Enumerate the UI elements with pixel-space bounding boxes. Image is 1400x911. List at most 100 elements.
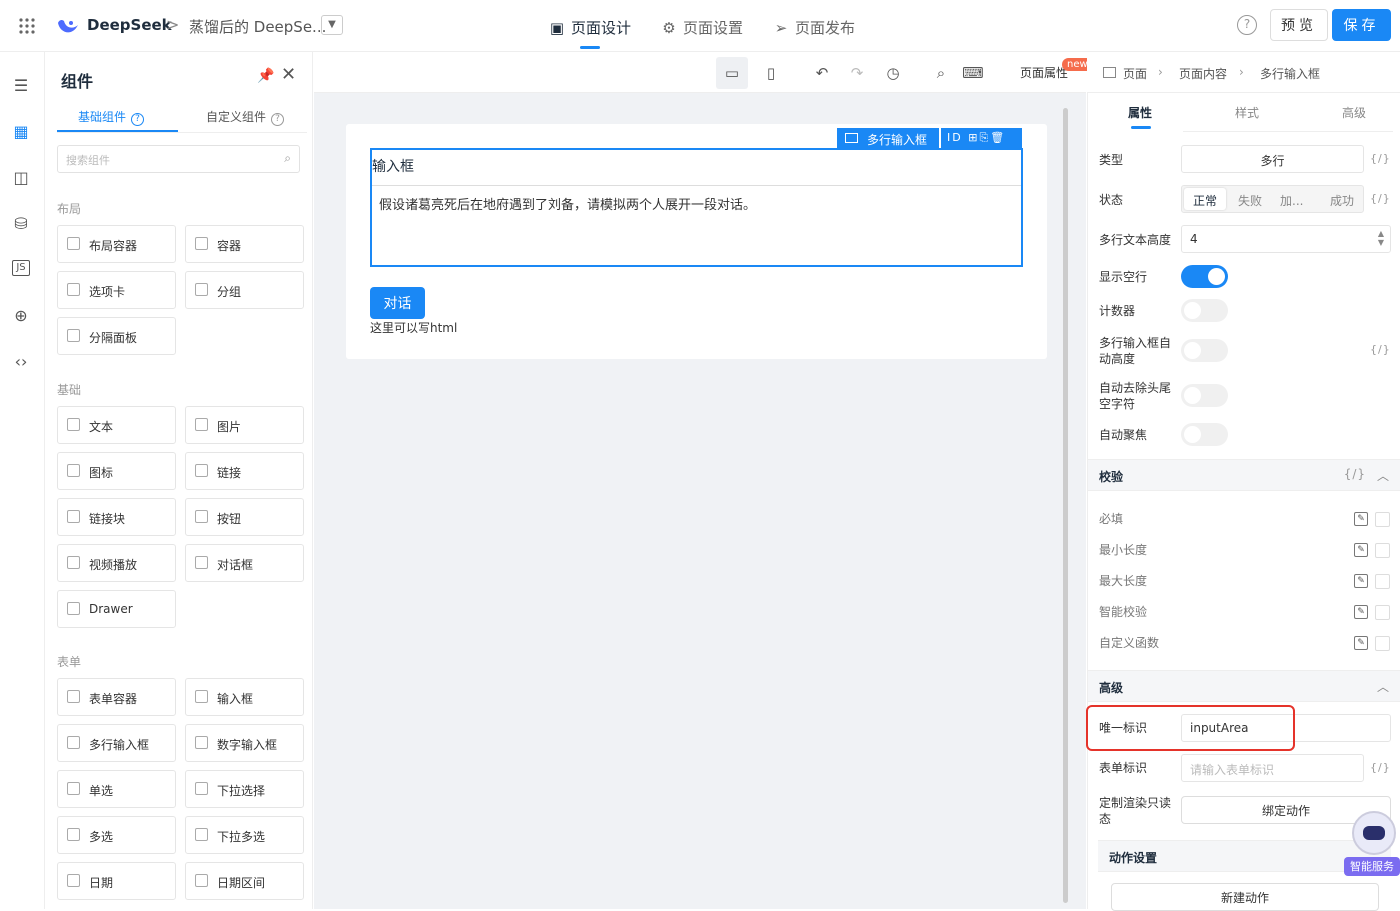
assistant-robot-icon[interactable] (1352, 811, 1396, 855)
component-item[interactable]: 表单容器 (57, 678, 176, 716)
state-fail-option[interactable]: 失败 (1238, 192, 1262, 209)
autoheight-toggle[interactable] (1181, 339, 1228, 362)
globe-icon[interactable]: ⊕ (10, 306, 32, 328)
components-icon[interactable]: ▦ (10, 122, 32, 144)
autofocus-toggle[interactable] (1181, 423, 1228, 446)
component-item[interactable]: 单选 (57, 770, 176, 808)
tab-advanced[interactable]: 高级 (1342, 104, 1366, 121)
tab-basic-components[interactable]: 基础组件? (78, 108, 145, 126)
component-item[interactable]: 按钮 (185, 498, 304, 536)
component-item[interactable]: 日期 (57, 862, 176, 900)
chevron-up-icon[interactable]: ︿ (1377, 467, 1389, 484)
templates-icon[interactable]: ◫ (10, 168, 32, 190)
component-item[interactable]: 链接 (185, 452, 304, 490)
chevron-up-icon[interactable]: ︿ (1377, 678, 1389, 695)
canvas-scrollbar[interactable] (1063, 108, 1068, 903)
preview-button[interactable]: 预览 (1270, 9, 1328, 41)
search-icon[interactable]: ⌕ (930, 62, 952, 84)
validation-checkbox[interactable] (1375, 574, 1390, 589)
undo-icon[interactable]: ↶ (811, 62, 833, 84)
component-item[interactable]: 下拉多选 (185, 816, 304, 854)
new-action-button[interactable]: 新建动作 (1111, 883, 1379, 911)
component-item[interactable]: 多行输入框 (57, 724, 176, 762)
component-item[interactable]: 文本 (57, 406, 176, 444)
code-icon[interactable]: {/} (1344, 467, 1366, 481)
component-item[interactable]: Drawer (57, 590, 176, 628)
breadcrumb-content[interactable]: 页面内容 (1179, 65, 1227, 82)
state-normal-option[interactable]: 正常 (1184, 188, 1227, 210)
code-icon[interactable]: ‹› (10, 352, 32, 374)
validation-checkbox[interactable] (1375, 512, 1390, 527)
help-icon[interactable]: ? (1237, 15, 1257, 35)
component-item[interactable]: 多选 (57, 816, 176, 854)
validation-checkbox[interactable] (1375, 543, 1390, 558)
app-name[interactable]: 蒸馏后的 DeepSe... (189, 16, 326, 37)
copy-icon[interactable]: ⎘ (979, 131, 990, 144)
stepper-arrows-icon[interactable]: ▲ ▼ (1378, 229, 1384, 247)
trim-toggle[interactable] (1181, 384, 1228, 407)
show-empty-toggle[interactable] (1181, 265, 1228, 288)
trash-icon[interactable]: 🗑 (990, 131, 1006, 144)
dialog-button[interactable]: 对话 (370, 287, 425, 319)
page-attributes-button[interactable]: 页面属性 (1020, 64, 1068, 81)
textarea-value[interactable]: 假设诸葛亮死后在地府遇到了刘备，请模拟两个人展开一段对话。 (379, 194, 756, 213)
state-success-option[interactable]: 成功 (1330, 192, 1354, 209)
form-id-input[interactable]: 请输入表单标识 (1181, 754, 1364, 782)
code-icon[interactable]: {/} (1370, 152, 1391, 165)
validation-checkbox[interactable] (1375, 605, 1390, 620)
mobile-view-icon[interactable]: ▯ (760, 62, 782, 84)
tab-page-design[interactable]: ▣ 页面设计 (549, 17, 631, 38)
validation-checkbox[interactable] (1375, 636, 1390, 651)
edit-icon[interactable]: ✎ (1354, 636, 1368, 650)
component-item[interactable]: 数字输入框 (185, 724, 304, 762)
breadcrumb-current[interactable]: 多行输入框 (1260, 65, 1320, 82)
tab-style[interactable]: 样式 (1235, 104, 1259, 121)
component-item[interactable]: 下拉选择 (185, 770, 304, 808)
outline-icon[interactable]: ☰ (10, 76, 32, 98)
history-icon[interactable]: ◷ (882, 62, 904, 84)
datasource-icon[interactable]: ⛁ (10, 214, 32, 236)
code-icon[interactable]: {/} (1370, 761, 1391, 774)
component-item[interactable]: 图标 (57, 452, 176, 490)
state-segmented-control[interactable]: 正常 失败 加... 成功 (1181, 185, 1364, 213)
component-search-input[interactable]: 搜索组件 ⌕ (57, 145, 300, 173)
breadcrumb-page[interactable]: 页面 (1123, 65, 1147, 82)
add-icon[interactable]: ⊞ (968, 131, 979, 144)
js-icon[interactable]: JS (12, 260, 30, 276)
edit-icon[interactable]: ✎ (1354, 543, 1368, 557)
component-item[interactable]: 图片 (185, 406, 304, 444)
component-item[interactable]: 链接块 (57, 498, 176, 536)
component-item[interactable]: 分组 (185, 271, 304, 309)
brand-name[interactable]: DeepSeek (87, 16, 172, 34)
code-icon[interactable]: {/} (1370, 343, 1391, 356)
component-item[interactable]: 视频播放 (57, 544, 176, 582)
rows-number-input[interactable]: 4 ▲ ▼ (1181, 225, 1391, 253)
type-select[interactable]: 多行 (1181, 145, 1364, 173)
assistant-label[interactable]: 智能服务 (1344, 857, 1400, 876)
code-icon[interactable]: {/} (1370, 192, 1391, 205)
apps-grid-icon[interactable] (18, 17, 36, 35)
desktop-view-icon[interactable]: ▭ (716, 57, 748, 89)
component-item[interactable]: 选项卡 (57, 271, 176, 309)
edit-icon[interactable]: ✎ (1354, 605, 1368, 619)
tab-page-publish[interactable]: ➢ 页面发布 (773, 17, 855, 38)
close-icon[interactable]: ✕ (281, 64, 296, 85)
state-loading-option[interactable]: 加... (1280, 192, 1303, 209)
edit-icon[interactable]: ✎ (1354, 512, 1368, 526)
edit-icon[interactable]: ✎ (1354, 574, 1368, 588)
component-item[interactable]: 布局容器 (57, 225, 176, 263)
app-dropdown-button[interactable]: ▼ (321, 15, 343, 35)
redo-icon[interactable]: ↷ (846, 62, 868, 84)
component-item[interactable]: 输入框 (185, 678, 304, 716)
id-button[interactable]: ID (947, 131, 963, 144)
keyboard-icon[interactable]: ⌨ (962, 62, 984, 84)
pin-icon[interactable]: 📌 (257, 68, 274, 84)
component-item[interactable]: 分隔面板 (57, 317, 176, 355)
component-item[interactable]: 对话框 (185, 544, 304, 582)
component-item[interactable]: 容器 (185, 225, 304, 263)
save-button[interactable]: 保存 (1332, 9, 1391, 41)
tab-properties[interactable]: 属性 (1128, 104, 1152, 121)
component-item[interactable]: 日期区间 (185, 862, 304, 900)
counter-toggle[interactable] (1181, 299, 1228, 322)
validation-section-header[interactable]: 校验 {/} ︿ (1088, 459, 1400, 491)
